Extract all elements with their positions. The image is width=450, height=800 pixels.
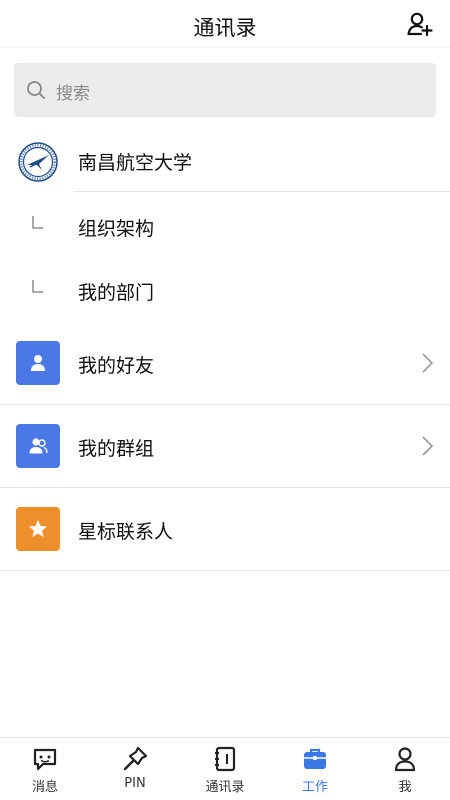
my-groups-label: 我的群组 — [78, 438, 155, 460]
divider — [0, 570, 450, 571]
tab-contacts[interactable]: 通讯录 — [180, 738, 270, 800]
my-groups-item[interactable]: 我的群组 — [0, 405, 450, 488]
starred-contacts-item[interactable]: 星标联系人 — [0, 488, 450, 571]
star-icon — [16, 507, 60, 551]
briefcase-icon — [304, 748, 326, 769]
tab-me-label: 我 — [398, 780, 412, 795]
tab-pin-label: PIN — [124, 776, 146, 791]
chevron-right-icon — [422, 436, 434, 456]
search-input[interactable]: 搜索 — [14, 63, 436, 117]
pin-icon — [123, 746, 148, 771]
header: 通讯录 — [0, 0, 450, 48]
tab-work[interactable]: 工作 — [270, 738, 360, 800]
search-icon — [27, 81, 45, 99]
organization-name: 南昌航空大学 — [78, 152, 193, 174]
page-title: 通讯录 — [193, 16, 257, 40]
chevron-right-icon — [422, 353, 434, 373]
tab-messages-label: 消息 — [31, 780, 58, 795]
tab-work-label: 工作 — [301, 780, 328, 795]
group-icon — [16, 424, 60, 468]
bottom-tab-bar: 消息 PIN 通讯录 工作 我 — [0, 737, 450, 800]
message-icon — [33, 748, 57, 771]
tab-contacts-label: 通讯录 — [205, 780, 245, 795]
divider — [74, 191, 450, 192]
starred-contacts-label: 星标联系人 — [78, 521, 174, 543]
organization-row[interactable]: 南昌航空大学 — [0, 130, 450, 192]
org-structure-label: 组织架构 — [78, 218, 155, 240]
tree-branch-icon — [32, 216, 43, 229]
my-department-label: 我的部门 — [78, 282, 155, 304]
profile-icon — [394, 747, 416, 772]
search-placeholder: 搜索 — [56, 84, 90, 104]
add-contact-icon[interactable] — [406, 10, 434, 38]
person-icon — [16, 341, 60, 385]
my-friends-item[interactable]: 我的好友 — [0, 322, 450, 405]
tab-pin[interactable]: PIN — [90, 738, 180, 800]
tab-me[interactable]: 我 — [360, 738, 450, 800]
contacts-book-icon — [215, 746, 236, 772]
tree-branch-icon — [32, 280, 43, 293]
tab-messages[interactable]: 消息 — [0, 738, 90, 800]
university-logo — [18, 142, 58, 182]
org-structure-item[interactable]: 组织架构 — [0, 194, 450, 258]
my-department-item[interactable]: 我的部门 — [0, 258, 450, 322]
my-friends-label: 我的好友 — [78, 355, 155, 377]
